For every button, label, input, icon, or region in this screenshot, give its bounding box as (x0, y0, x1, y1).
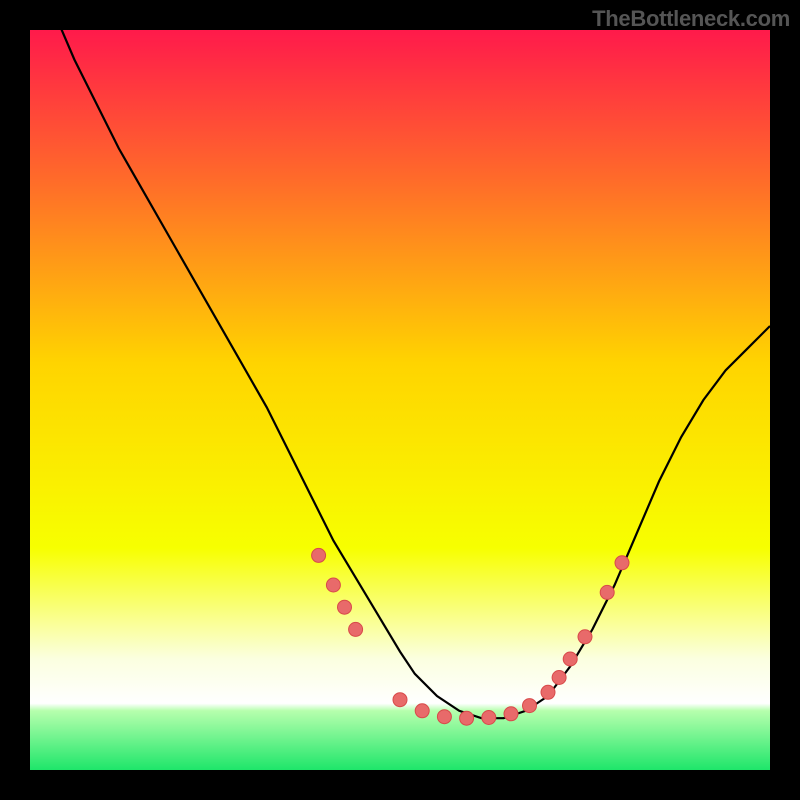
plot-area (30, 30, 770, 770)
scatter-point (482, 711, 496, 725)
scatter-point (437, 710, 451, 724)
scatter-point (615, 556, 629, 570)
scatter-point (415, 704, 429, 718)
scatter-point (552, 671, 566, 685)
chart-overlay (30, 30, 770, 770)
scatter-point (312, 548, 326, 562)
scatter-point (578, 630, 592, 644)
scatter-point (504, 707, 518, 721)
scatter-point (338, 600, 352, 614)
chart-stage: TheBottleneck.com (0, 0, 800, 800)
scatter-point (349, 622, 363, 636)
scatter-point (541, 685, 555, 699)
scatter-points (312, 548, 629, 725)
scatter-point (600, 585, 614, 599)
scatter-point (326, 578, 340, 592)
watermark-text: TheBottleneck.com (592, 6, 790, 32)
scatter-point (393, 693, 407, 707)
scatter-point (460, 711, 474, 725)
scatter-point (523, 699, 537, 713)
scatter-point (563, 652, 577, 666)
bottleneck-curve (30, 30, 770, 718)
